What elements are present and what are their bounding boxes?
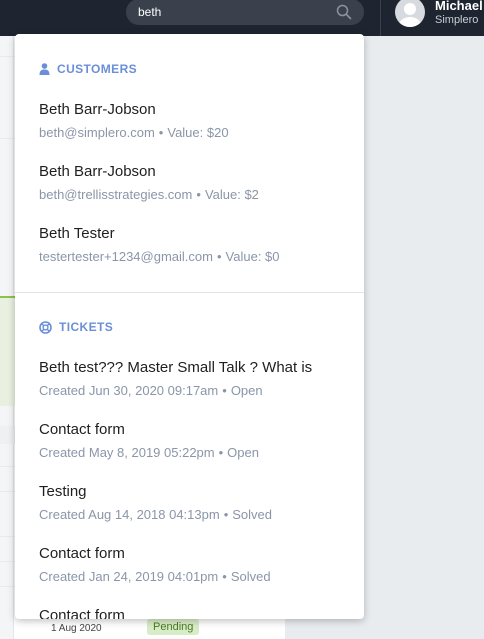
customer-email: beth@simplero.com <box>39 125 155 140</box>
meta-separator: • <box>222 383 227 398</box>
ticket-title: Contact form <box>39 607 125 619</box>
ticket-status: Open <box>227 445 259 460</box>
meta-separator: • <box>196 187 201 202</box>
customer-email: testertester+1234@gmail.com <box>39 249 213 264</box>
user-name[interactable]: Michael <box>435 0 483 13</box>
ticket-status: Solved <box>232 507 273 522</box>
meta-separator: • <box>218 445 224 460</box>
ticket-created: Created Aug 14, 2018 04:13pm <box>39 507 220 522</box>
ticket-result[interactable]: Testing Created Aug 14, 2018 04:13pm • Sol… <box>39 483 339 522</box>
customer-email: beth@trellisstrategies.com <box>39 187 193 202</box>
meta-separator: • <box>216 249 222 264</box>
customer-name: Beth Barr-Jobson <box>39 101 156 118</box>
customer-name: Beth Tester <box>39 225 115 242</box>
ticket-title: Beth test??? Master Small Talk ? What is <box>39 359 313 376</box>
ticket-result[interactable]: Contact form Created Jan 24, 2019 04:01p… <box>39 545 339 584</box>
ticket-result[interactable]: Beth test??? Master Small Talk ? What is… <box>39 359 339 398</box>
user-icon <box>39 63 50 75</box>
customer-result[interactable]: Beth Barr-Jobson beth@simplero.com • Value… <box>39 101 339 140</box>
search-results-dropdown: CUSTOMERS Beth Barr-Jobson beth@simplero… <box>15 34 364 619</box>
customer-value: Value: $0 <box>225 249 280 264</box>
customers-section-header: CUSTOMERS <box>39 62 137 76</box>
lifebuoy-icon <box>39 320 52 334</box>
ticket-result[interactable]: Contact form <box>39 607 339 619</box>
ticket-created: Created Jan 24, 2019 04:01pm <box>39 569 219 584</box>
search-input[interactable] <box>138 4 328 20</box>
customer-result[interactable]: Beth Barr-Jobson beth@trellisstrategies.… <box>39 163 339 202</box>
meta-separator: • <box>222 569 227 584</box>
customers-section-title: CUSTOMERS <box>57 62 138 76</box>
meta-separator: • <box>158 125 164 140</box>
tickets-section-header: TICKETS <box>39 320 113 334</box>
ticket-title: Contact form <box>39 545 125 562</box>
ticket-title: Contact form <box>39 421 125 438</box>
meta-separator: • <box>223 507 229 522</box>
section-divider <box>15 292 364 293</box>
customer-value: Value: $2 <box>204 187 259 202</box>
background-date: 1 Aug 2020 <box>51 623 102 634</box>
ticket-status: Solved <box>230 569 271 584</box>
search-icon[interactable] <box>336 4 352 20</box>
search-box[interactable] <box>126 0 364 25</box>
status-badge: Pending <box>147 619 200 635</box>
ticket-status: Open <box>230 383 263 398</box>
avatar[interactable] <box>395 0 425 27</box>
top-bar: Michael Simplero <box>0 0 484 36</box>
ticket-title: Testing <box>39 483 87 500</box>
ticket-created: Created Jun 30, 2020 09:17am <box>39 383 219 398</box>
user-org: Simplero <box>435 14 479 26</box>
user-silhouette-icon <box>399 3 421 27</box>
customer-result[interactable]: Beth Tester testertester+1234@gmail.com •… <box>39 225 339 264</box>
ticket-result[interactable]: Contact form Created May 8, 2019 05:22pm… <box>39 421 339 460</box>
ticket-created: Created May 8, 2019 05:22pm <box>39 445 215 460</box>
topbar-divider <box>380 0 381 36</box>
customer-name: Beth Barr-Jobson <box>39 163 156 180</box>
customer-value: Value: $20 <box>167 125 229 140</box>
tickets-section-title: TICKETS <box>59 320 114 334</box>
